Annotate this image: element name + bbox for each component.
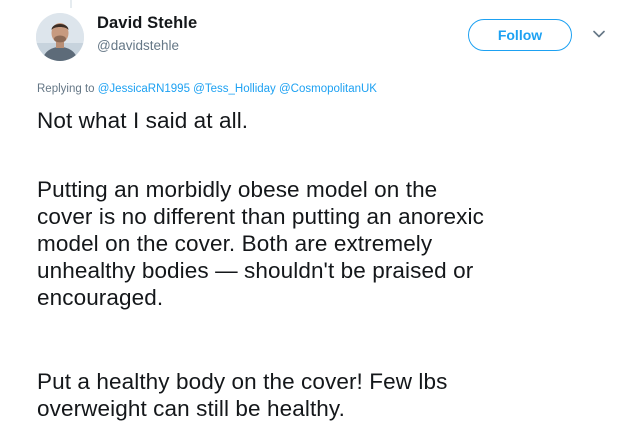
tweet-paragraph: Put a healthy body on the cover! Few lbs…	[37, 368, 627, 422]
author-display-name[interactable]: David Stehle	[97, 14, 197, 33]
author-handle[interactable]: @davidstehle	[97, 38, 179, 53]
tweet-text-line: Putting an morbidly obese model on the	[37, 177, 438, 202]
tweet-paragraph: Putting an morbidly obese model on the c…	[37, 176, 627, 311]
avatar-photo-icon	[36, 13, 84, 61]
thread-connector-line	[70, 0, 72, 8]
avatar[interactable]	[36, 13, 84, 61]
tweet-text-line: Put a healthy body on the cover! Few lbs	[37, 369, 448, 394]
follow-button[interactable]: Follow	[468, 19, 572, 51]
tweet-text-line: model on the cover. Both are extremely	[37, 231, 433, 256]
mention-link[interactable]: @Tess_Holliday	[193, 83, 276, 95]
tweet-paragraph: Not what I said at all.	[37, 107, 627, 134]
tweet-card: David Stehle @davidstehle Follow Replyin…	[0, 0, 640, 441]
mention-link[interactable]: @JessicaRN1995	[98, 83, 190, 95]
chevron-down-icon[interactable]	[592, 27, 606, 41]
reply-context-prefix: Replying to	[37, 83, 95, 95]
reply-context: Replying to @JessicaRN1995 @Tess_Hollida…	[37, 83, 377, 95]
tweet-text-line: unhealthy bodies — shouldn't be praised …	[37, 258, 474, 283]
tweet-text-line: Not what I said at all.	[37, 108, 249, 133]
tweet-text-line: overweight can still be healthy.	[37, 396, 345, 421]
tweet-text-line: encouraged.	[37, 285, 164, 310]
mention-link[interactable]: @CosmopolitanUK	[279, 83, 377, 95]
tweet-text-line: cover is no different than putting an an…	[37, 204, 484, 229]
